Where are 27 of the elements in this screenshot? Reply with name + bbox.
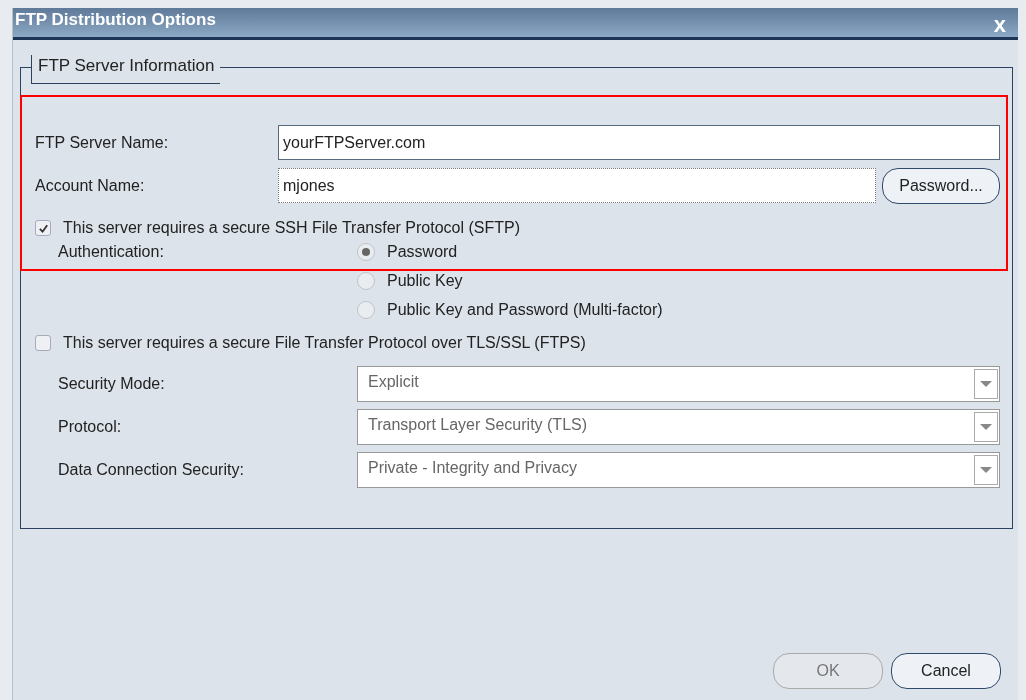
caret-icon [974, 455, 998, 485]
window-title: FTP Distribution Options [14, 9, 216, 30]
radio-button[interactable] [357, 242, 375, 261]
checkbox-label: This server requires a secure File Transfer Protocol over TLS/SSL (FTPS) [63, 334, 586, 352]
caret-icon [974, 412, 998, 442]
radio-button[interactable] [357, 300, 375, 319]
radio-label: Public Key and Password (Multi-factor) [387, 300, 663, 319]
field-label: Authentication: [57, 242, 165, 262]
field-label: Security Mode: [57, 375, 166, 393]
checkbox[interactable] [35, 220, 51, 236]
text-field[interactable]: mjones [278, 168, 876, 203]
field-label: Protocol: [57, 418, 123, 436]
text-field[interactable]: yourFTPServer.com [278, 125, 1000, 160]
radio-label: Password [387, 242, 458, 261]
caret-icon [974, 369, 998, 399]
group-legend: FTP Server Information [31, 55, 221, 84]
field-label: Data Connection Security: [57, 461, 245, 479]
checkbox[interactable] [35, 335, 51, 351]
field-label: Account Name: [35, 177, 146, 195]
radio-label: Public Key [387, 271, 463, 290]
dialog-button[interactable]: Cancel [891, 653, 1001, 689]
password-button[interactable]: Password... [882, 168, 1000, 204]
close-button[interactable]: x [993, 14, 1018, 36]
check-icon [37, 222, 49, 234]
field-label: FTP Server Name: [35, 133, 170, 152]
checkbox-label: This server requires a secure SSH File Transfer Protocol (SFTP) [63, 219, 521, 237]
radio-button[interactable] [357, 271, 375, 290]
